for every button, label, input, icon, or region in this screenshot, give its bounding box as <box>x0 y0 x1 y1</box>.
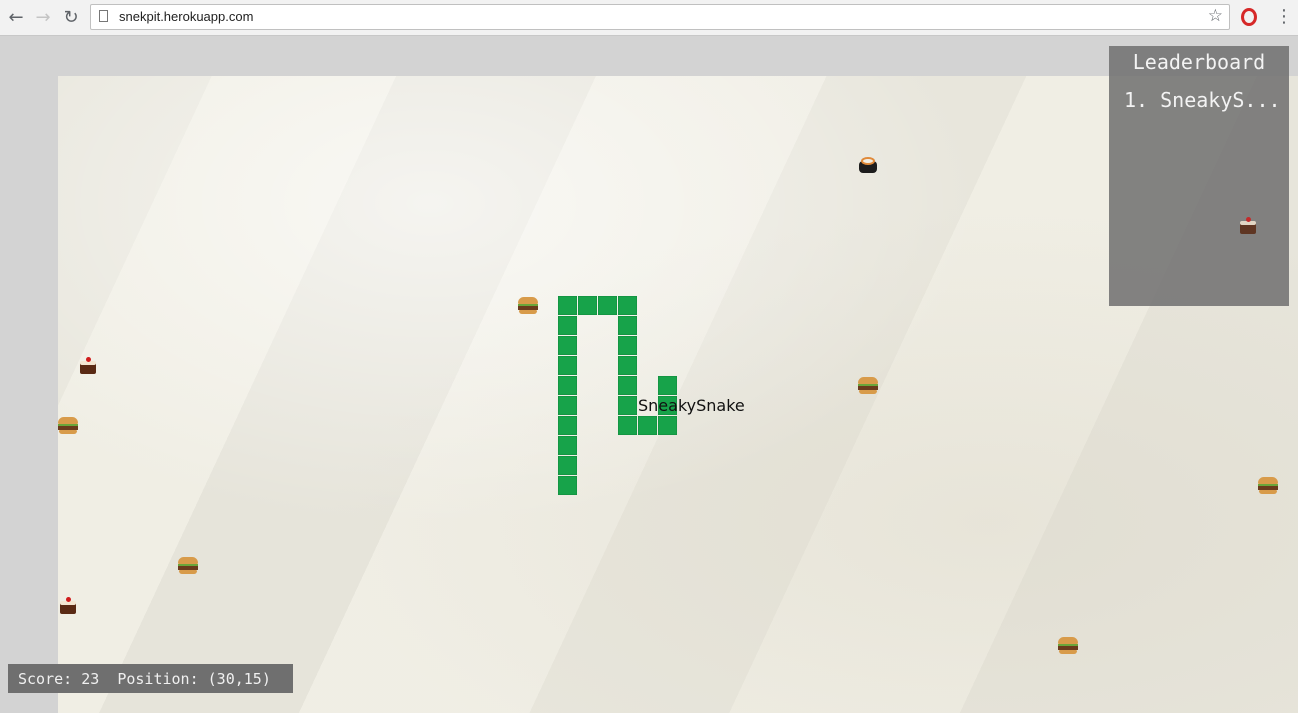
kebab-menu-icon[interactable]: ⋮ <box>1275 5 1293 29</box>
snake-segment <box>618 336 637 355</box>
snake-segment <box>558 356 577 375</box>
address-bar-url[interactable]: snekpit.herokuapp.com <box>119 9 253 24</box>
burger-icon <box>858 377 878 394</box>
snake-segment <box>558 416 577 435</box>
sushi-icon <box>859 157 877 173</box>
player-name-label: SneakySnake <box>638 396 745 415</box>
snake-segment <box>558 296 577 315</box>
snake-segment <box>618 416 637 435</box>
score-position-status: Score: 23 Position: (30,15) <box>8 664 293 693</box>
snake-segment <box>558 436 577 455</box>
snake-segment <box>558 396 577 415</box>
snake-segment <box>658 416 677 435</box>
burger-icon <box>1258 477 1278 494</box>
burger-icon <box>178 557 198 574</box>
snake-segment <box>618 396 637 415</box>
snake-head <box>658 376 677 395</box>
burger-icon <box>1058 637 1078 654</box>
leaderboard-panel: Leaderboard 1. SneakyS... <box>1109 46 1289 306</box>
cake-icon <box>1240 217 1256 234</box>
snake-segment <box>638 416 657 435</box>
cake-icon <box>60 597 76 614</box>
burger-icon <box>518 297 538 314</box>
snake-segment <box>558 376 577 395</box>
burger-icon <box>58 417 78 434</box>
snake-segment <box>618 316 637 335</box>
snake-segment <box>558 316 577 335</box>
snake-segment <box>618 376 637 395</box>
cake-icon <box>80 357 96 374</box>
snake-segment <box>558 336 577 355</box>
bookmark-star-icon[interactable]: ☆ <box>1208 6 1223 26</box>
page-icon <box>99 10 108 22</box>
snake-segment <box>598 296 617 315</box>
opera-icon[interactable] <box>1241 8 1257 26</box>
leaderboard-entry: 1. SneakyS... <box>1124 88 1281 112</box>
snake-segment <box>618 296 637 315</box>
leaderboard-title: Leaderboard <box>1132 50 1266 74</box>
snake-segment <box>618 356 637 375</box>
back-arrow-icon[interactable]: ← <box>5 6 27 28</box>
forward-arrow-icon[interactable]: → <box>32 6 54 28</box>
snake-tail <box>558 476 577 495</box>
browser-toolbar: ← → ↻ snekpit.herokuapp.com ☆ ⋮ <box>0 0 1298 36</box>
snake-segment <box>558 456 577 475</box>
reload-icon[interactable]: ↻ <box>60 6 82 28</box>
snake-segment <box>578 296 597 315</box>
address-bar[interactable]: snekpit.herokuapp.com ☆ <box>90 4 1230 30</box>
